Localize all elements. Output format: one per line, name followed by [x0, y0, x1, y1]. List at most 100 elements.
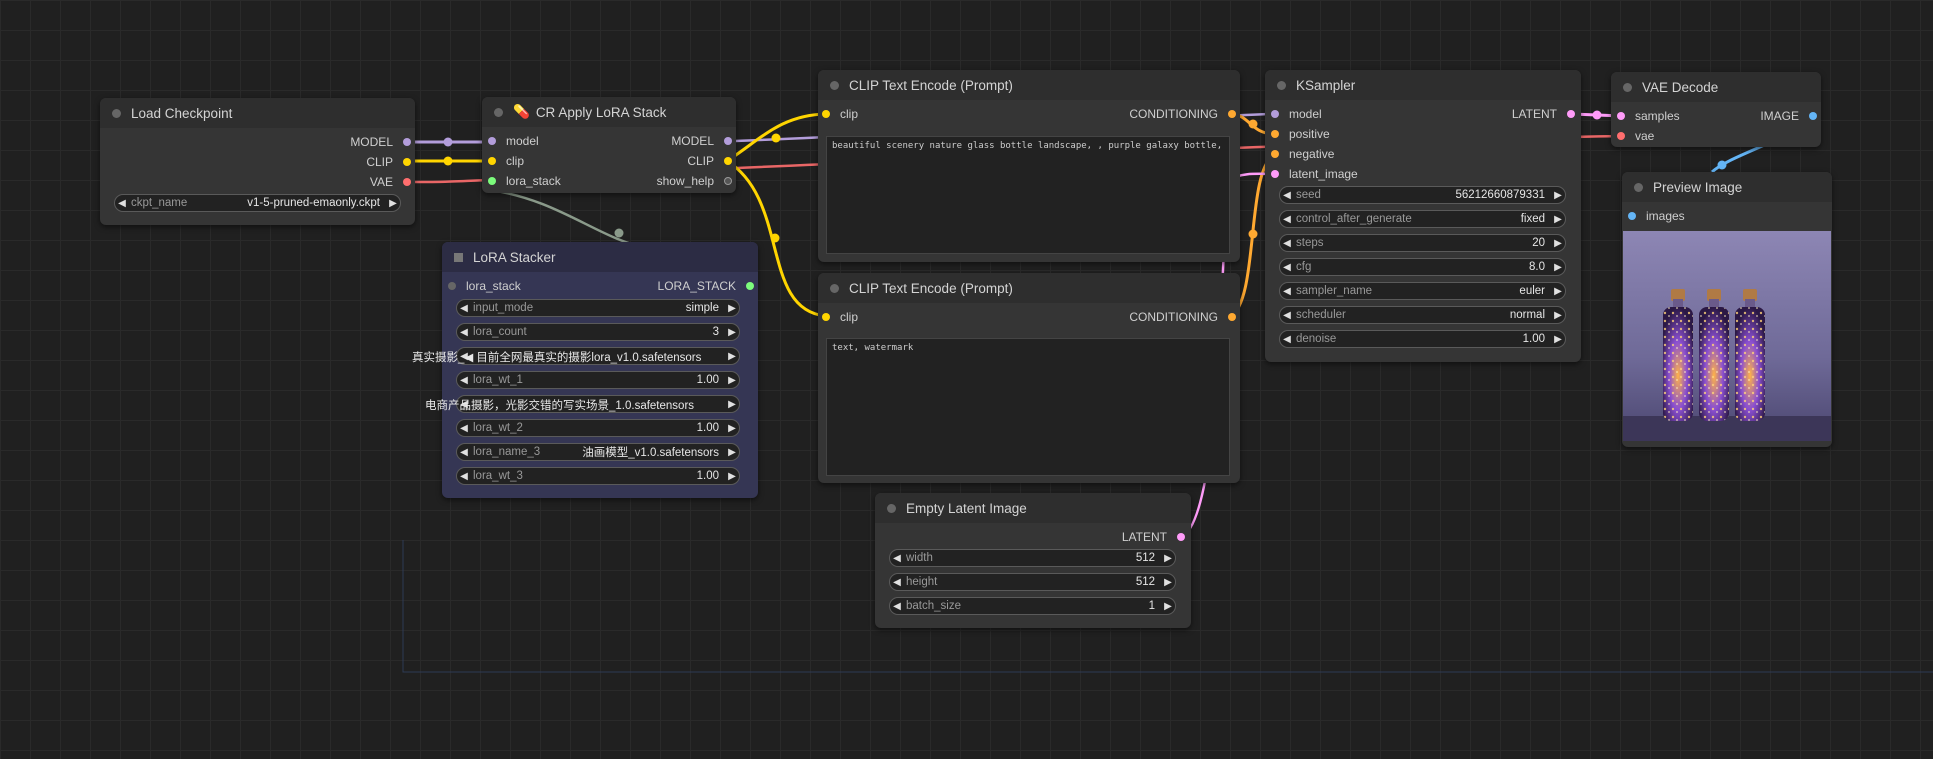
model-port-icon[interactable] [724, 137, 732, 145]
input-model[interactable]: model [488, 134, 539, 148]
node-title-bar[interactable]: 💊 CR Apply LoRA Stack [482, 97, 736, 127]
arrow-right-icon[interactable]: ▶ [1551, 190, 1565, 201]
widget-sampler-name[interactable]: ◀ sampler_name euler ▶ [1279, 282, 1566, 300]
arrow-right-icon[interactable]: ▶ [1551, 286, 1565, 297]
input-lora-stack[interactable]: lora_stack [448, 279, 521, 293]
widget-scheduler[interactable]: ◀ scheduler normal ▶ [1279, 306, 1566, 324]
arrow-left-icon[interactable]: ◀ [1280, 190, 1294, 201]
input-negative[interactable]: negative [1271, 147, 1334, 161]
latent-port-icon[interactable] [1177, 533, 1185, 541]
arrow-left-icon[interactable]: ◀ [457, 375, 471, 386]
arrow-right-icon[interactable]: ▶ [725, 423, 739, 434]
collapse-dot-icon[interactable] [1634, 182, 1643, 192]
widget-lora-wt-3[interactable]: ◀ lora_wt_3 1.00 ▶ [456, 467, 740, 485]
widget-steps[interactable]: ◀ steps 20 ▶ [1279, 234, 1566, 252]
arrow-left-icon[interactable]: ◀ [457, 423, 471, 434]
widget-input-mode[interactable]: ◀ input_mode simple ▶ [456, 299, 740, 317]
collapse-dot-icon[interactable] [830, 80, 839, 90]
widget-height[interactable]: ◀ height 512 ▶ [889, 573, 1176, 591]
widget-width[interactable]: ◀ width 512 ▶ [889, 549, 1176, 567]
model-port-icon[interactable] [1271, 110, 1279, 118]
arrow-right-icon[interactable]: ▶ [1551, 310, 1565, 321]
vae-port-icon[interactable] [403, 178, 411, 186]
arrow-right-icon[interactable]: ▶ [1551, 238, 1565, 249]
node-title-bar[interactable]: CLIP Text Encode (Prompt) [818, 70, 1240, 100]
arrow-left-icon[interactable]: ◀ [1280, 262, 1294, 273]
arrow-left-icon[interactable]: ◀ [457, 303, 471, 314]
arrow-right-icon[interactable]: ▶ [386, 198, 400, 209]
conditioning-port-icon[interactable] [1271, 150, 1279, 158]
ksampler-node[interactable]: KSampler model positive negative latent_… [1265, 70, 1581, 362]
arrow-left-icon[interactable]: ◀ [890, 553, 904, 564]
node-title-bar[interactable]: LoRA Stacker [442, 242, 758, 272]
node-title-bar[interactable]: VAE Decode [1611, 72, 1821, 102]
input-lora-stack[interactable]: lora_stack [488, 174, 561, 188]
clip-port-icon[interactable] [724, 157, 732, 165]
image-port-icon[interactable] [1809, 112, 1817, 120]
load-checkpoint-node[interactable]: Load Checkpoint MODEL CLIP VAE ◀ ckpt_na… [100, 98, 415, 225]
arrow-left-icon[interactable]: ◀ [1280, 214, 1294, 225]
arrow-right-icon[interactable]: ▶ [725, 351, 739, 362]
arrow-right-icon[interactable]: ▶ [1161, 601, 1175, 612]
vae-port-icon[interactable] [1617, 132, 1625, 140]
arrow-left-icon[interactable]: ◀ [457, 327, 471, 338]
widget-cfg[interactable]: ◀ cfg 8.0 ▶ [1279, 258, 1566, 276]
clip-port-icon[interactable] [403, 158, 411, 166]
output-vae[interactable]: VAE [370, 175, 411, 189]
input-clip[interactable]: clip [822, 310, 858, 324]
arrow-left-icon[interactable]: ◀ [890, 601, 904, 612]
clip-port-icon[interactable] [822, 313, 830, 321]
arrow-left-icon[interactable]: ◀ [1280, 286, 1294, 297]
lora-name-1-overlay[interactable]: 真实摄影_◀ 目前全网最真实的摄影lora_v1.0.safetensors [412, 349, 701, 365]
lora-name-2-overlay[interactable]: 电商产品摄影，光影交错的写实场景_1.0.safetensors [425, 397, 694, 413]
string-port-icon[interactable] [724, 177, 732, 185]
output-conditioning[interactable]: CONDITIONING [1129, 310, 1236, 324]
input-clip[interactable]: clip [488, 154, 524, 168]
input-clip[interactable]: clip [822, 107, 858, 121]
collapse-dot-icon[interactable] [1277, 80, 1286, 90]
widget-lora-count[interactable]: ◀ lora_count 3 ▶ [456, 323, 740, 341]
preview-image[interactable] [1623, 231, 1831, 441]
widget-lora-wt-1[interactable]: ◀ lora_wt_1 1.00 ▶ [456, 371, 740, 389]
arrow-right-icon[interactable]: ▶ [725, 375, 739, 386]
collapse-dot-icon[interactable] [887, 503, 896, 513]
arrow-right-icon[interactable]: ▶ [1161, 577, 1175, 588]
output-model[interactable]: MODEL [671, 134, 732, 148]
input-latent-image[interactable]: latent_image [1271, 167, 1358, 181]
collapse-dot-icon[interactable] [494, 107, 503, 117]
input-images[interactable]: images [1628, 209, 1685, 223]
input-positive[interactable]: positive [1271, 127, 1330, 141]
node-title-bar[interactable]: Empty Latent Image [875, 493, 1191, 523]
output-clip[interactable]: CLIP [687, 154, 732, 168]
output-image[interactable]: IMAGE [1760, 109, 1817, 123]
arrow-left-icon[interactable]: ◀ [115, 198, 129, 209]
arrow-right-icon[interactable]: ▶ [1551, 334, 1565, 345]
output-latent[interactable]: LATENT [1512, 107, 1575, 121]
conditioning-port-icon[interactable] [1228, 313, 1236, 321]
arrow-right-icon[interactable]: ▶ [725, 471, 739, 482]
output-clip[interactable]: CLIP [366, 155, 411, 169]
widget-lora-name-3[interactable]: ◀ lora_name_3 油画模型_v1.0.safetensors ▶ [456, 443, 740, 461]
prompt-textarea[interactable]: text, watermark [826, 338, 1230, 476]
lora-port-icon[interactable] [448, 282, 456, 290]
arrow-left-icon[interactable]: ◀ [890, 577, 904, 588]
arrow-right-icon[interactable]: ▶ [1161, 553, 1175, 564]
widget-lora-wt-2[interactable]: ◀ lora_wt_2 1.00 ▶ [456, 419, 740, 437]
empty-latent-image-node[interactable]: Empty Latent Image LATENT ◀ width 512 ▶ ◀ hei… [875, 493, 1191, 628]
arrow-right-icon[interactable]: ▶ [725, 447, 739, 458]
arrow-right-icon[interactable]: ▶ [725, 399, 739, 410]
output-model[interactable]: MODEL [350, 135, 411, 149]
arrow-left-icon[interactable]: ◀ [457, 471, 471, 482]
arrow-left-icon[interactable]: ◀ [1280, 238, 1294, 249]
widget-seed[interactable]: ◀ seed 56212660879331 ▶ [1279, 186, 1566, 204]
node-title-bar[interactable]: CLIP Text Encode (Prompt) [818, 273, 1240, 303]
preview-image-node[interactable]: Preview Image images [1622, 172, 1832, 447]
input-samples[interactable]: samples [1617, 109, 1680, 123]
widget-batch-size[interactable]: ◀ batch_size 1 ▶ [889, 597, 1176, 615]
latent-port-icon[interactable] [1567, 110, 1575, 118]
collapse-dot-icon[interactable] [1623, 82, 1632, 92]
arrow-right-icon[interactable]: ▶ [1551, 214, 1565, 225]
lora-port-icon[interactable] [746, 282, 754, 290]
arrow-left-icon[interactable]: ◀ [457, 447, 471, 458]
latent-port-icon[interactable] [1271, 170, 1279, 178]
